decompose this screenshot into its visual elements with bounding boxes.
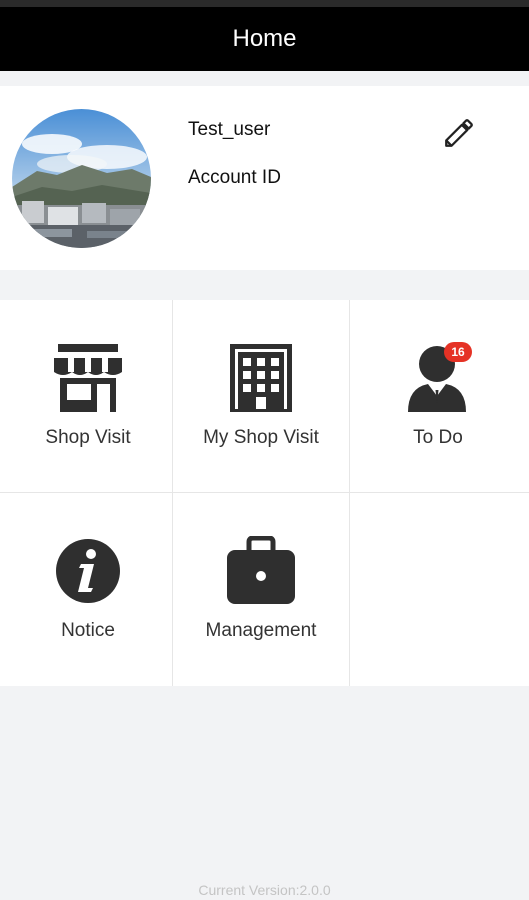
- pencil-icon: [445, 119, 473, 147]
- storefront-icon: [48, 340, 128, 416]
- menu-item-label: My Shop Visit: [203, 427, 319, 448]
- profile-card: Test_user Account ID: [0, 86, 529, 270]
- menu-item-label: Notice: [61, 620, 115, 641]
- empty-cell: [350, 493, 526, 686]
- username: Test_user: [188, 119, 271, 140]
- info-icon: [48, 533, 128, 609]
- menu-item-management[interactable]: Management: [173, 493, 349, 686]
- person-icon: 16: [398, 340, 478, 416]
- page-title: Home: [232, 25, 297, 52]
- menu-item-notice[interactable]: Notice: [0, 493, 176, 686]
- app-version: Current Version:2.0.0: [198, 882, 331, 898]
- building-icon: [221, 340, 301, 416]
- todo-count-badge: 16: [444, 342, 472, 362]
- edit-profile-button[interactable]: [440, 114, 478, 152]
- menu-item-label: Shop Visit: [45, 427, 131, 448]
- menu-item-label: Management: [205, 620, 317, 641]
- menu-item-shop-visit[interactable]: Shop Visit: [0, 300, 176, 493]
- account-id-label: Account ID: [188, 167, 281, 188]
- avatar[interactable]: [12, 109, 151, 248]
- avatar-image: [12, 109, 151, 248]
- app-header: Home: [0, 7, 529, 71]
- menu-item-to-do[interactable]: 16 To Do: [350, 300, 526, 493]
- briefcase-icon: [221, 533, 301, 609]
- menu-item-label: To Do: [413, 427, 463, 448]
- menu-grid: Shop Visit My Shop Visit 16 To Do Notice…: [0, 300, 529, 686]
- menu-item-my-shop-visit[interactable]: My Shop Visit: [173, 300, 349, 493]
- status-bar: [0, 0, 529, 7]
